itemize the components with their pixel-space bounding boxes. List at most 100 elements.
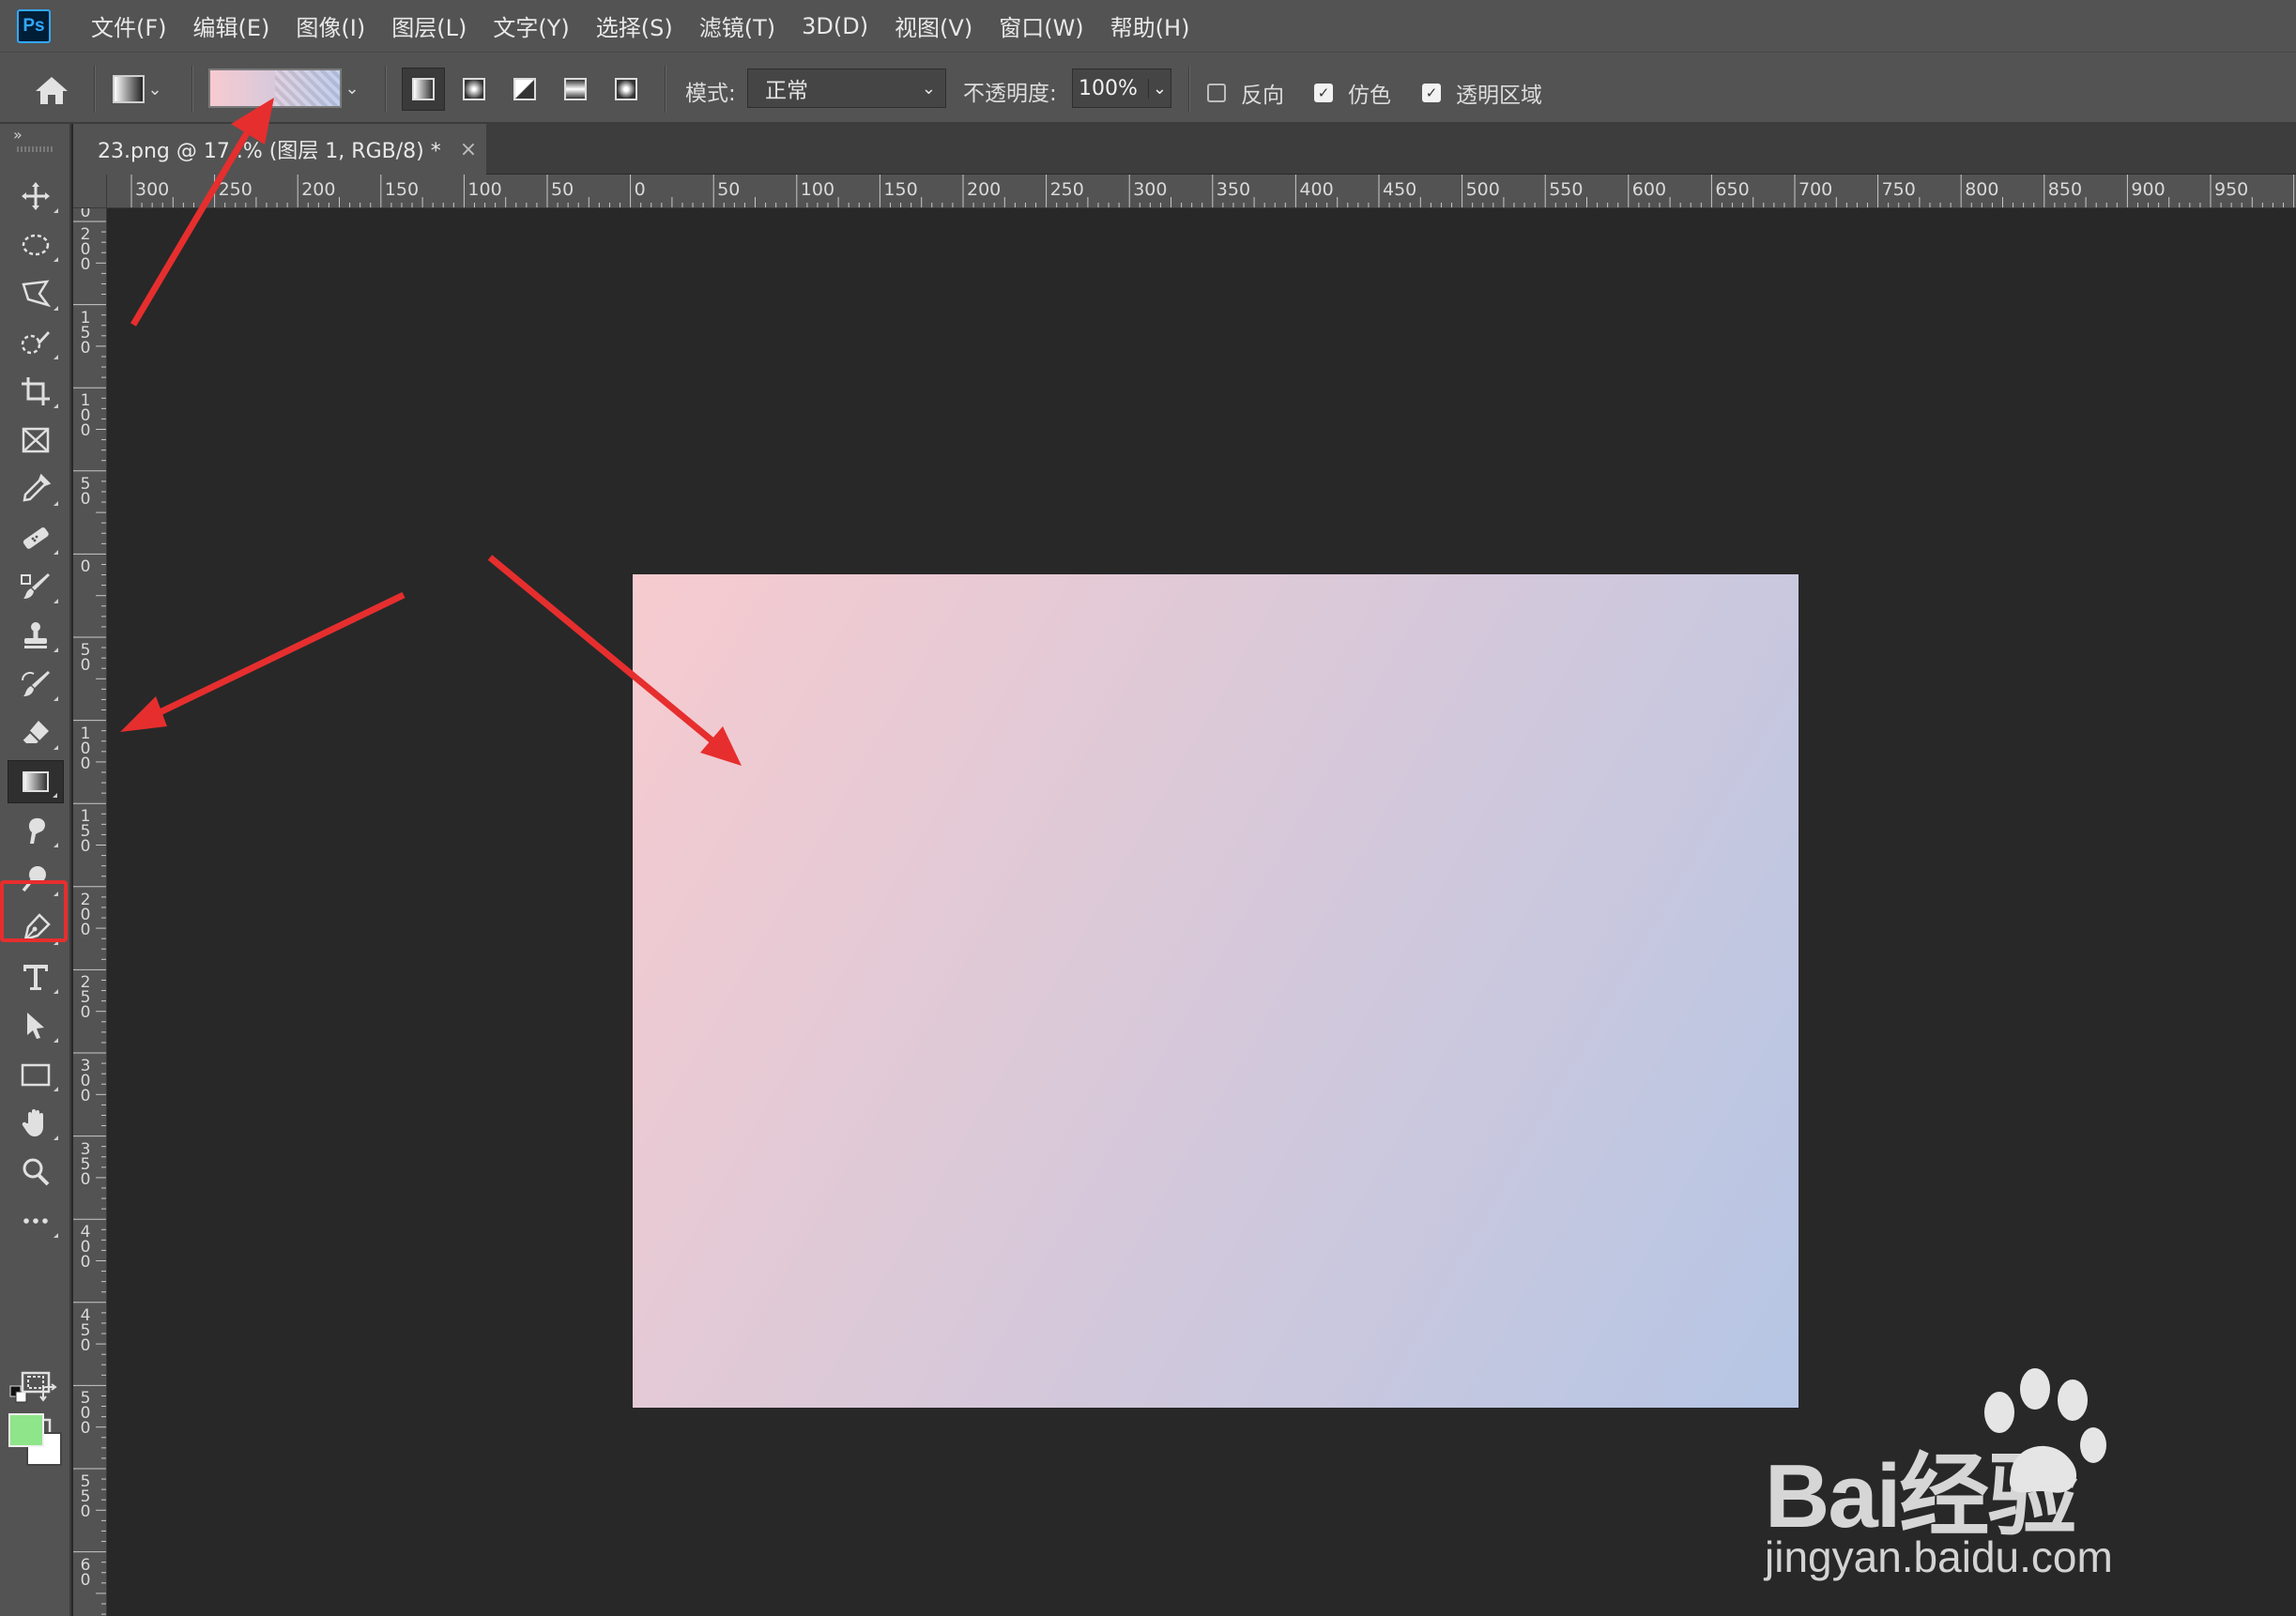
hand-icon <box>22 1109 43 1136</box>
panel-grip[interactable] <box>17 146 54 152</box>
options-separator <box>665 66 666 113</box>
ruler-ticks <box>130 175 2295 207</box>
gradient-preset-icon <box>113 75 145 103</box>
menu-layer[interactable]: 图层(L) <box>383 9 475 42</box>
menu-help[interactable]: 帮助(H) <box>1102 9 1199 42</box>
dither-checkbox[interactable]: ✓ 仿色 <box>1314 77 1391 109</box>
crop-tool[interactable] <box>8 370 64 413</box>
menu-filter[interactable]: 滤镜(T) <box>691 9 784 42</box>
opacity-field[interactable]: 100% ⌄ <box>1072 69 1171 108</box>
dodge-tool[interactable] <box>8 858 64 901</box>
chevron-down-icon[interactable]: ⌄ <box>1147 78 1167 99</box>
brush-tool[interactable] <box>8 565 64 608</box>
frame-tool[interactable] <box>8 419 64 462</box>
vertical-ruler[interactable]: 0 200 150 100 50 0 50 100 150 200 250 300 350 400 450 5… <box>73 208 107 1616</box>
quick-mask-icon <box>21 1371 51 1394</box>
mode-select[interactable]: 正常 ⌄ <box>747 69 946 108</box>
eraser-icon <box>22 721 49 743</box>
menu-image[interactable]: 图像(I) <box>287 9 374 42</box>
document-canvas[interactable] <box>633 574 1799 1408</box>
collapse-panel-icon[interactable]: » <box>13 126 23 144</box>
type-tool[interactable] <box>8 955 64 999</box>
ellipse-marquee-icon <box>22 234 50 256</box>
zoom-icon <box>23 1158 50 1186</box>
diamond-gradient-icon <box>615 78 637 100</box>
bandage-icon <box>23 527 49 549</box>
checkbox-checked-icon[interactable]: ✓ <box>1314 84 1333 102</box>
options-separator <box>385 66 387 113</box>
frame-icon <box>22 427 50 453</box>
document-tab-bar: 23.png @ 17..% (图层 1, RGB/8) * × <box>73 124 2296 175</box>
checkbox-checked-icon[interactable]: ✓ <box>1422 84 1441 102</box>
opacity-label: 不透明度: <box>963 82 1057 106</box>
eyedropper-tool[interactable] <box>8 467 64 511</box>
chevron-down-icon: ⌄ <box>147 79 162 99</box>
reverse-label: 反向 <box>1241 84 1284 108</box>
move-tool[interactable] <box>8 175 64 218</box>
gradient-swatch[interactable] <box>208 69 342 108</box>
menu-view[interactable]: 视图(V) <box>886 9 981 42</box>
dodge-icon <box>22 866 46 892</box>
ruler-origin[interactable] <box>73 175 107 208</box>
reflected-gradient-icon <box>564 78 587 100</box>
transparency-label: 透明区域 <box>1456 84 1542 108</box>
home-button[interactable] <box>32 73 71 107</box>
quick-mask-button[interactable] <box>8 1361 64 1404</box>
path-selection-tool[interactable] <box>8 1004 64 1047</box>
menu-3d[interactable]: 3D(D) <box>793 13 877 39</box>
polygonal-lasso-tool[interactable] <box>8 272 64 315</box>
type-icon <box>23 965 48 990</box>
horizontal-ruler[interactable]: 300 250 200 150 100 50 0 50 100 150 200 250 300 350 40… <box>107 175 2296 208</box>
dither-label: 仿色 <box>1348 84 1391 108</box>
transparency-checkbox[interactable]: ✓ 透明区域 <box>1422 77 1542 109</box>
canvas-area[interactable] <box>107 208 2296 1616</box>
eraser-tool[interactable] <box>8 711 64 755</box>
menu-window[interactable]: 窗口(W) <box>990 9 1092 42</box>
zoom-tool[interactable] <box>8 1151 64 1194</box>
menu-file[interactable]: 文件(F) <box>83 9 176 42</box>
more-icon <box>23 1218 48 1224</box>
elliptical-marquee-tool[interactable] <box>8 223 64 267</box>
quick-selection-icon <box>21 331 50 355</box>
tool-preset-picker[interactable]: ⌄ <box>113 71 178 107</box>
gradient-type-group <box>402 68 648 111</box>
edit-toolbar-button[interactable] <box>8 1199 64 1242</box>
gradient-tool[interactable] <box>8 760 64 803</box>
document-tab[interactable]: 23.png @ 17..% (图层 1, RGB/8) * × <box>73 124 486 175</box>
linear-gradient-icon <box>412 78 435 100</box>
reflected-gradient-button[interactable] <box>554 68 597 111</box>
linear-gradient-button[interactable] <box>402 68 445 111</box>
ruler-ticks <box>73 221 106 1615</box>
quick-selection-tool[interactable] <box>8 321 64 364</box>
radial-gradient-button[interactable] <box>452 68 496 111</box>
brush-icon <box>21 573 50 599</box>
lasso-icon <box>22 280 52 308</box>
reverse-checkbox[interactable]: 反向 <box>1207 77 1284 109</box>
menu-edit[interactable]: 编辑(E) <box>185 9 279 42</box>
smudge-tool[interactable] <box>8 809 64 852</box>
rectangle-tool[interactable] <box>8 1053 64 1096</box>
chevron-down-icon: ⌄ <box>921 78 936 99</box>
checkbox-unchecked-icon[interactable] <box>1207 84 1226 102</box>
hand-tool[interactable] <box>8 1102 64 1145</box>
chevron-down-icon[interactable]: ⌄ <box>342 78 362 99</box>
menu-bar: Ps 文件(F) 编辑(E) 图像(I) 图层(L) 文字(Y) 选择(S) 滤… <box>0 0 2296 52</box>
diamond-gradient-button[interactable] <box>605 68 648 111</box>
opacity-value[interactable]: 100% <box>1079 77 1138 100</box>
menu-select[interactable]: 选择(S) <box>588 9 681 42</box>
clone-stamp-tool[interactable] <box>8 614 64 657</box>
foreground-color-swatch[interactable] <box>8 1413 44 1447</box>
healing-brush-tool[interactable] <box>8 516 64 559</box>
eyedropper-icon <box>23 473 52 502</box>
home-icon <box>36 77 68 104</box>
options-separator <box>191 66 193 113</box>
gradient-picker[interactable]: ⌄ <box>208 68 368 109</box>
angle-gradient-button[interactable] <box>503 68 546 111</box>
document-tab-title[interactable]: 23.png @ 17..% (图层 1, RGB/8) * <box>98 134 441 164</box>
history-brush-tool[interactable] <box>8 663 64 706</box>
rectangle-icon <box>21 1063 51 1087</box>
pen-tool[interactable] <box>8 907 64 950</box>
close-icon[interactable]: × <box>460 138 477 161</box>
menu-type[interactable]: 文字(Y) <box>484 9 577 42</box>
stamp-icon <box>24 622 47 648</box>
